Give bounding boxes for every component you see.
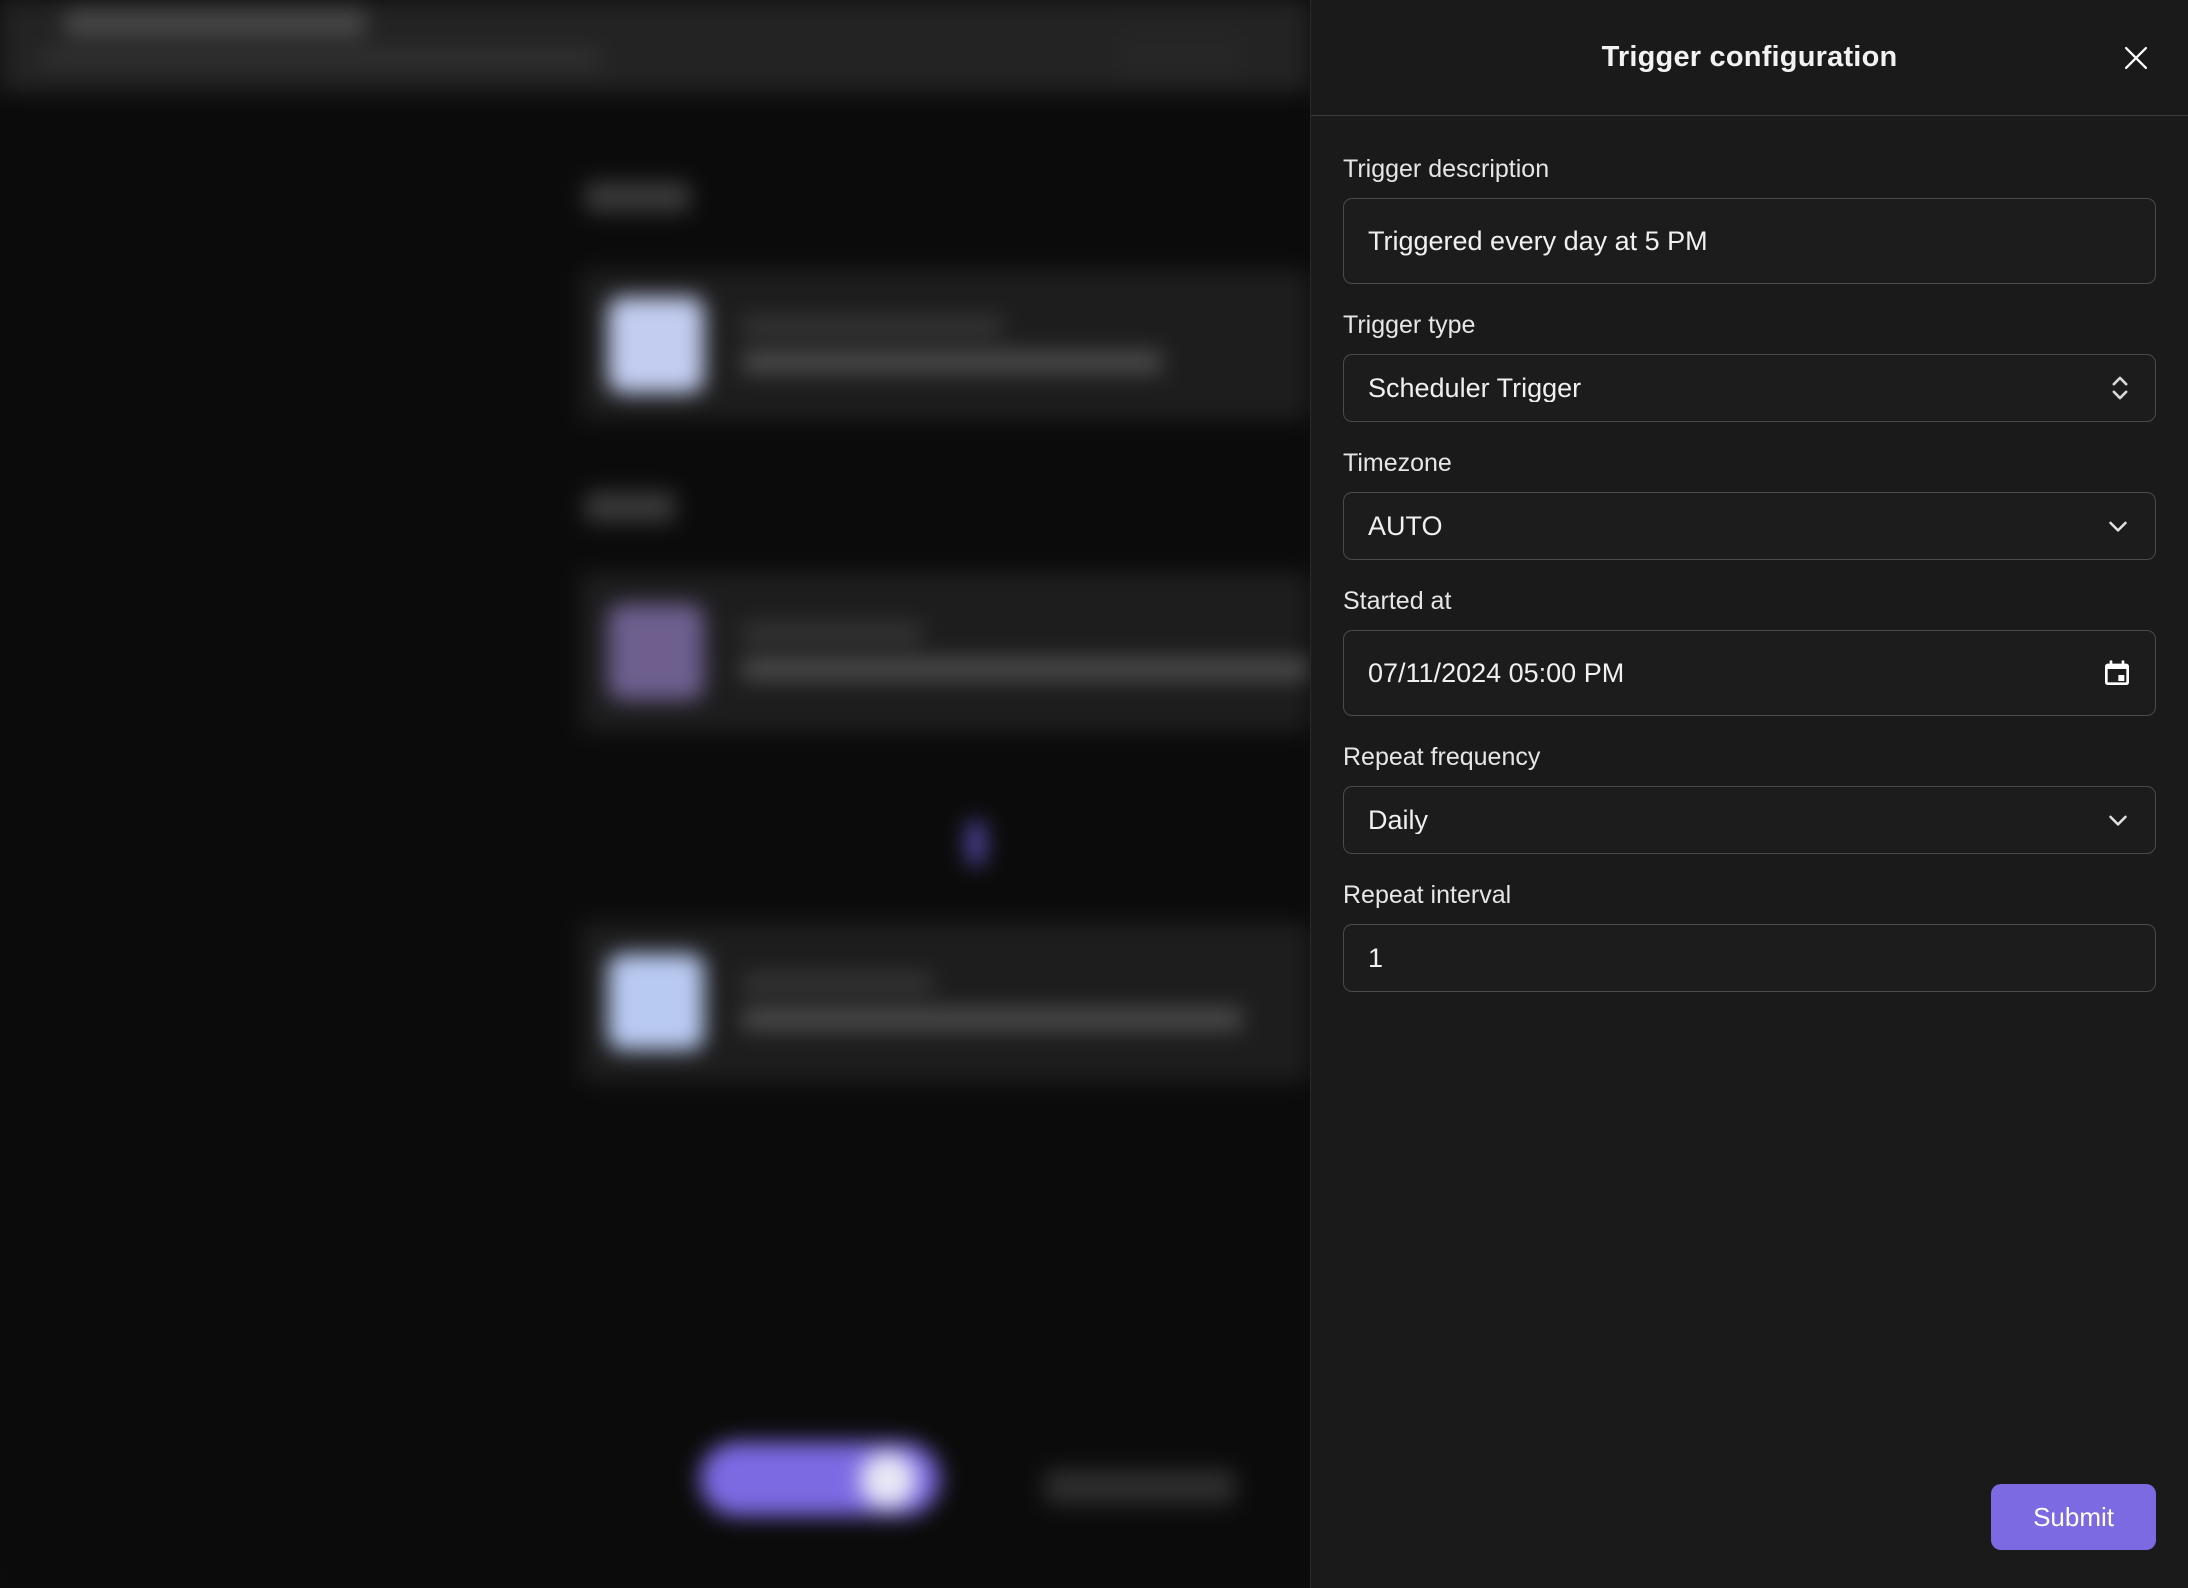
background-content [0, 92, 1310, 1588]
background-connector [968, 822, 984, 864]
trigger-description-control[interactable] [1343, 198, 2156, 284]
started-at-input[interactable] [1368, 657, 2131, 689]
blurred-background-app [0, 0, 1310, 1588]
background-item-icon [608, 954, 704, 1050]
repeat-frequency-label: Repeat frequency [1343, 743, 1541, 771]
repeat-interval-input[interactable] [1368, 942, 2131, 974]
background-section-heading [585, 492, 675, 522]
background-item-icon [608, 297, 704, 393]
background-secondary-button [1045, 1470, 1235, 1504]
trigger-description-input[interactable] [1368, 225, 2131, 257]
started-at-label: Started at [1343, 587, 1452, 615]
trigger-configuration-panel: Trigger configuration Trigger descriptio… [1310, 0, 2188, 1588]
background-primary-button-knob [860, 1452, 916, 1508]
trigger-description-label: Trigger description [1343, 155, 1550, 183]
trigger-type-value: Scheduler Trigger [1368, 374, 1582, 402]
timezone-value: AUTO [1368, 512, 1443, 540]
field-trigger-type: Trigger type Scheduler Trigger [1343, 310, 2156, 422]
submit-button[interactable]: Submit [1991, 1484, 2156, 1550]
field-repeat-interval: Repeat interval [1343, 880, 2156, 992]
field-started-at: Started at [1343, 586, 2156, 716]
background-item-text [742, 624, 1310, 680]
timezone-label: Timezone [1343, 449, 1452, 477]
background-list-item [580, 270, 1310, 420]
trigger-type-label: Trigger type [1343, 311, 1476, 339]
panel-footer: Submit [1311, 1484, 2188, 1588]
panel-header: Trigger configuration [1311, 0, 2188, 116]
background-item-text [742, 317, 1162, 373]
repeat-interval-label: Repeat interval [1343, 881, 1512, 909]
background-topbar-subtitle [40, 50, 600, 66]
chevron-down-icon[interactable] [2103, 511, 2133, 541]
panel-form: Trigger description Trigger type Schedul… [1311, 116, 2188, 1484]
background-item-icon [608, 604, 704, 700]
background-topbar-action [1120, 34, 1240, 74]
started-at-control[interactable] [1343, 630, 2156, 716]
repeat-frequency-select[interactable]: Daily [1343, 786, 2156, 854]
background-topbar-title [65, 10, 365, 36]
trigger-type-select[interactable]: Scheduler Trigger [1343, 354, 2156, 422]
chevron-up-down-icon[interactable] [2107, 371, 2133, 405]
background-list-item [580, 572, 1310, 732]
background-topbar [0, 0, 1310, 92]
close-icon [2119, 41, 2153, 75]
timezone-select[interactable]: AUTO [1343, 492, 2156, 560]
background-item-text [742, 974, 1242, 1030]
background-section-heading [585, 182, 690, 212]
repeat-interval-control[interactable] [1343, 924, 2156, 992]
background-list-item [580, 922, 1310, 1082]
close-button[interactable] [2112, 34, 2160, 82]
field-repeat-frequency: Repeat frequency Daily [1343, 742, 2156, 854]
page-title: Trigger configuration [1601, 41, 1898, 73]
field-trigger-description: Trigger description [1343, 154, 2156, 284]
field-timezone: Timezone AUTO [1343, 448, 2156, 560]
calendar-icon[interactable] [2101, 657, 2133, 689]
repeat-frequency-value: Daily [1368, 806, 1429, 834]
app-root: Trigger configuration Trigger descriptio… [0, 0, 2188, 1588]
chevron-down-icon[interactable] [2103, 805, 2133, 835]
